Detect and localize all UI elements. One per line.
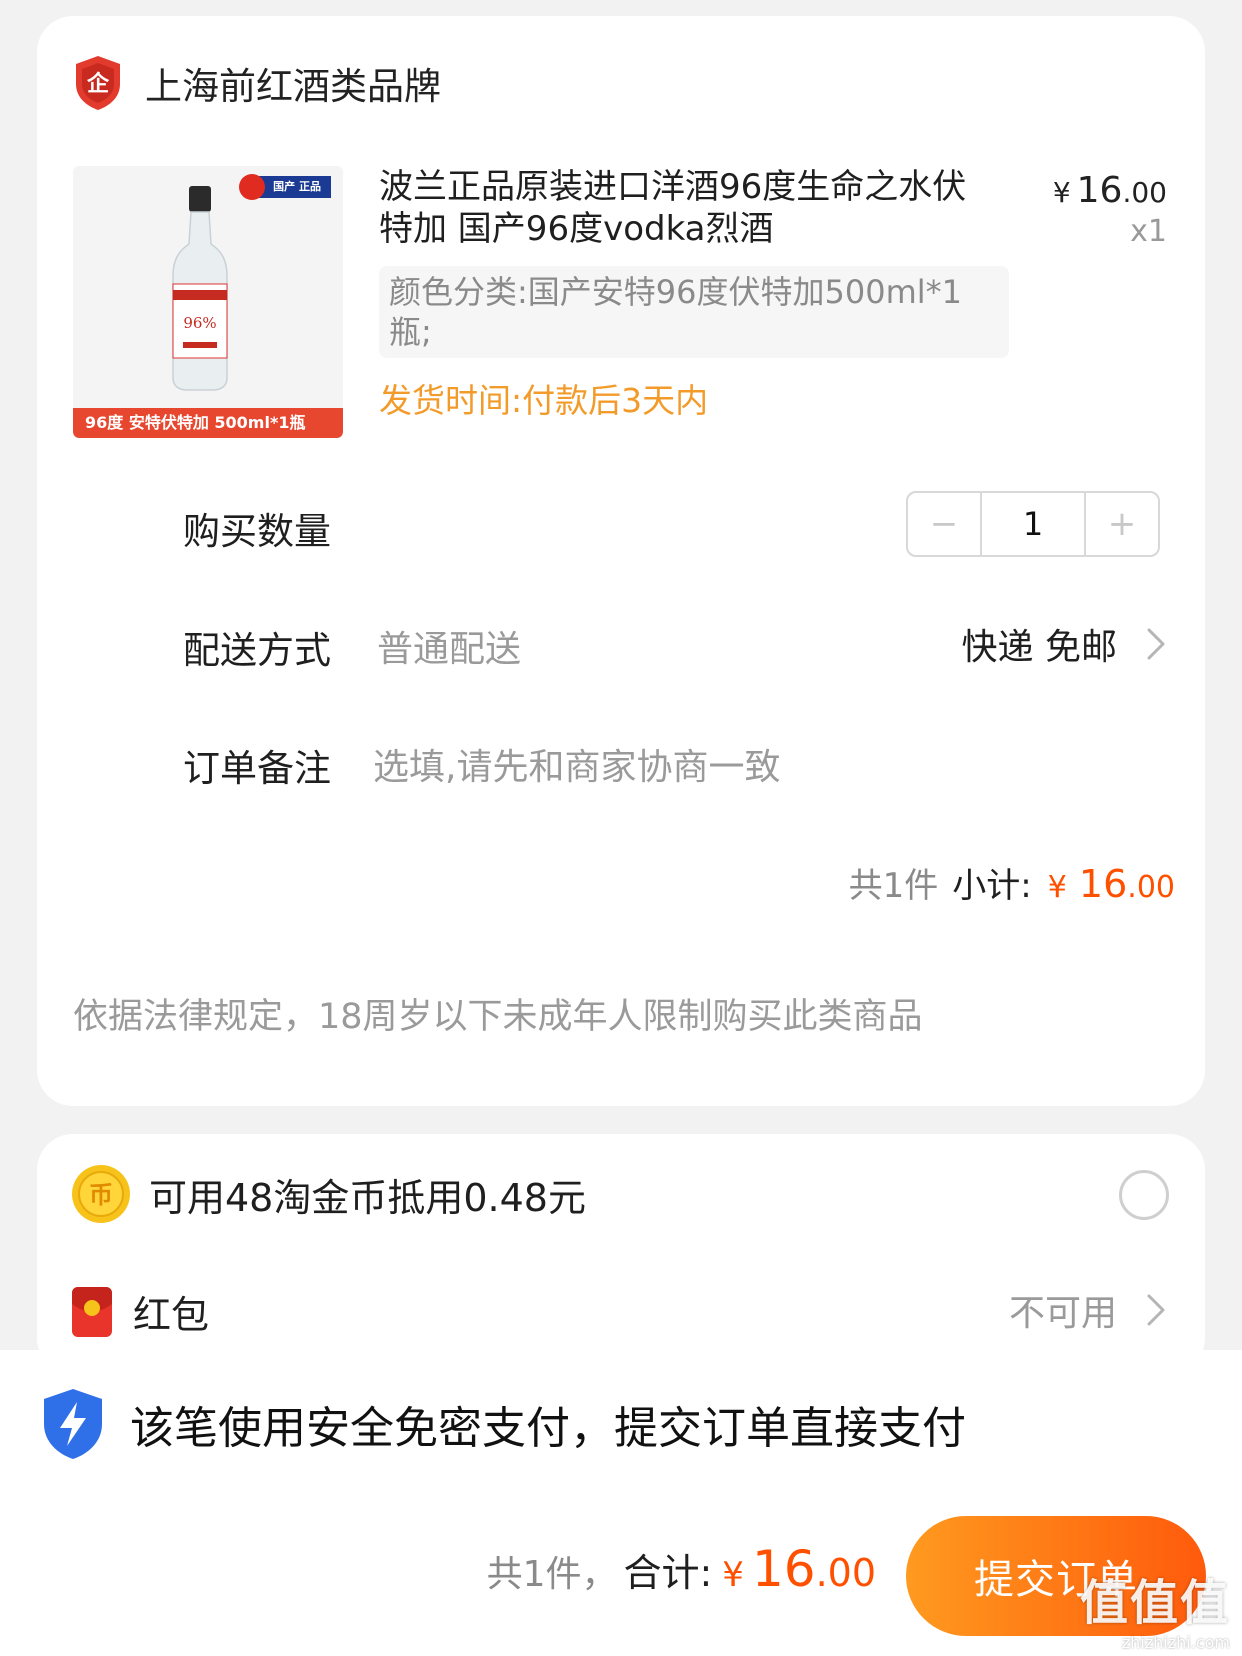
total-amount: ¥16.00 <box>722 1540 876 1598</box>
order-card: 企 上海前红酒类品牌 96% 国产 正品 96度 安特伏特加 500ml*1瓶 … <box>37 16 1205 1106</box>
product-image-tag: 96度 安特伏特加 500ml*1瓶 <box>73 408 343 438</box>
enterprise-shield-icon: 企 <box>76 56 120 110</box>
watermark: 值值值 zhizhizhi.com <box>1080 1563 1230 1652</box>
subtotal-label: 小计: <box>952 866 1032 906</box>
hongbao-row[interactable]: 红包 <box>71 1284 209 1339</box>
product-image-flag-text: 国产 正品 <box>273 180 321 193</box>
coin-radio-button[interactable] <box>1119 1170 1169 1220</box>
hongbao-status: 不可用 <box>1008 1293 1117 1334</box>
sku-selection[interactable]: 颜色分类:国产安特96度伏特加500ml*1瓶; <box>379 266 1009 358</box>
quantity-value[interactable]: 1 <box>980 493 1086 555</box>
product-price: ¥16.00 <box>1053 170 1167 211</box>
note-label: 订单备注 <box>183 747 331 790</box>
shop-name: 上海前红酒类品牌 <box>145 65 441 108</box>
subtotal: 共1件 小计: ¥ 16.00 <box>849 858 1175 907</box>
order-note-input[interactable]: 选填,请先和商家协商一致 <box>373 738 780 790</box>
coin-row[interactable]: 币 可用48淘金币抵用0.48元 <box>71 1164 586 1224</box>
purchase-qty-label: 购买数量 <box>183 510 331 553</box>
order-total: 共1件， 合计: ¥16.00 <box>487 1540 876 1598</box>
total-label: 合计: <box>623 1551 713 1595</box>
coin-offer-text: 可用48淘金币抵用0.48元 <box>149 1175 586 1220</box>
red-envelope-icon <box>72 1286 112 1337</box>
product-price-symbol: ¥ <box>1052 176 1071 209</box>
subtotal-symbol: ¥ <box>1047 870 1067 905</box>
decrease-button[interactable]: − <box>908 493 980 555</box>
chevron-right-icon <box>1147 628 1165 660</box>
ship-time: 发货时间:付款后3天内 <box>379 381 709 420</box>
vodka-bottle-image: 96% <box>73 166 343 438</box>
product-price-int: 16 <box>1076 170 1123 211</box>
subtotal-int: 16 <box>1078 862 1128 906</box>
total-int: 16 <box>751 1540 816 1598</box>
watermark-sub: zhizhizhi.com <box>1121 1633 1230 1652</box>
product-price-dec: .00 <box>1122 176 1167 209</box>
increase-button[interactable]: + <box>1086 493 1158 555</box>
chevron-right-icon <box>1147 1294 1165 1326</box>
discount-card: 币 可用48淘金币抵用0.48元 红包 不可用 <box>37 1134 1205 1374</box>
product-quantity: x1 <box>1130 214 1167 249</box>
delivery-method: 普通配送 <box>377 629 522 670</box>
order-confirm-page: 企 上海前红酒类品牌 96% 国产 正品 96度 安特伏特加 500ml*1瓶 … <box>0 0 1242 1656</box>
secure-payment-text: 该笔使用安全免密支付，提交订单直接支付 <box>130 1403 966 1454</box>
total-dec: .00 <box>815 1551 876 1595</box>
age-restriction-notice: 依据法律规定，18周岁以下未成年人限制购买此类商品 <box>73 997 923 1037</box>
lightning-shield-icon <box>44 1389 102 1459</box>
watermark-main: 值值值 <box>1079 1575 1230 1631</box>
delivery-selector[interactable]: 快递 免邮 <box>962 618 1167 670</box>
delivery-label: 配送方式 <box>183 629 331 672</box>
product-image-flag: 国产 正品 <box>239 174 331 200</box>
total-count: 共1件， <box>486 1554 618 1595</box>
hongbao-label: 红包 <box>133 1293 210 1337</box>
total-symbol: ¥ <box>722 1555 744 1595</box>
quantity-stepper: − 1 + <box>906 491 1160 557</box>
shop-header[interactable]: 企 上海前红酒类品牌 <box>73 54 441 112</box>
gold-coin-icon: 币 <box>72 1165 130 1223</box>
subtotal-dec: .00 <box>1127 870 1175 905</box>
checkout-bar: 该笔使用安全免密支付，提交订单直接支付 共1件， 合计: ¥16.00 提交订单… <box>0 1350 1242 1656</box>
secure-payment-notice: 该笔使用安全免密支付，提交订单直接支付 <box>40 1386 966 1462</box>
product-title[interactable]: 波兰正品原装进口洋酒96度生命之水伏特加 国产96度vodka烈酒 <box>379 166 999 250</box>
product-image[interactable]: 96% 国产 正品 96度 安特伏特加 500ml*1瓶 <box>73 166 343 438</box>
subtotal-amount: ¥ 16.00 <box>1048 862 1175 906</box>
subtotal-count: 共1件 <box>848 866 939 906</box>
hongbao-selector[interactable]: 不可用 <box>1009 1284 1167 1336</box>
shop-badge-char: 企 <box>86 71 110 97</box>
delivery-detail: 快递 免邮 <box>961 627 1117 668</box>
bottle-label-text: 96% <box>183 314 216 332</box>
coin-icon-char: 币 <box>89 1181 113 1209</box>
flag-circle-icon <box>239 174 266 200</box>
